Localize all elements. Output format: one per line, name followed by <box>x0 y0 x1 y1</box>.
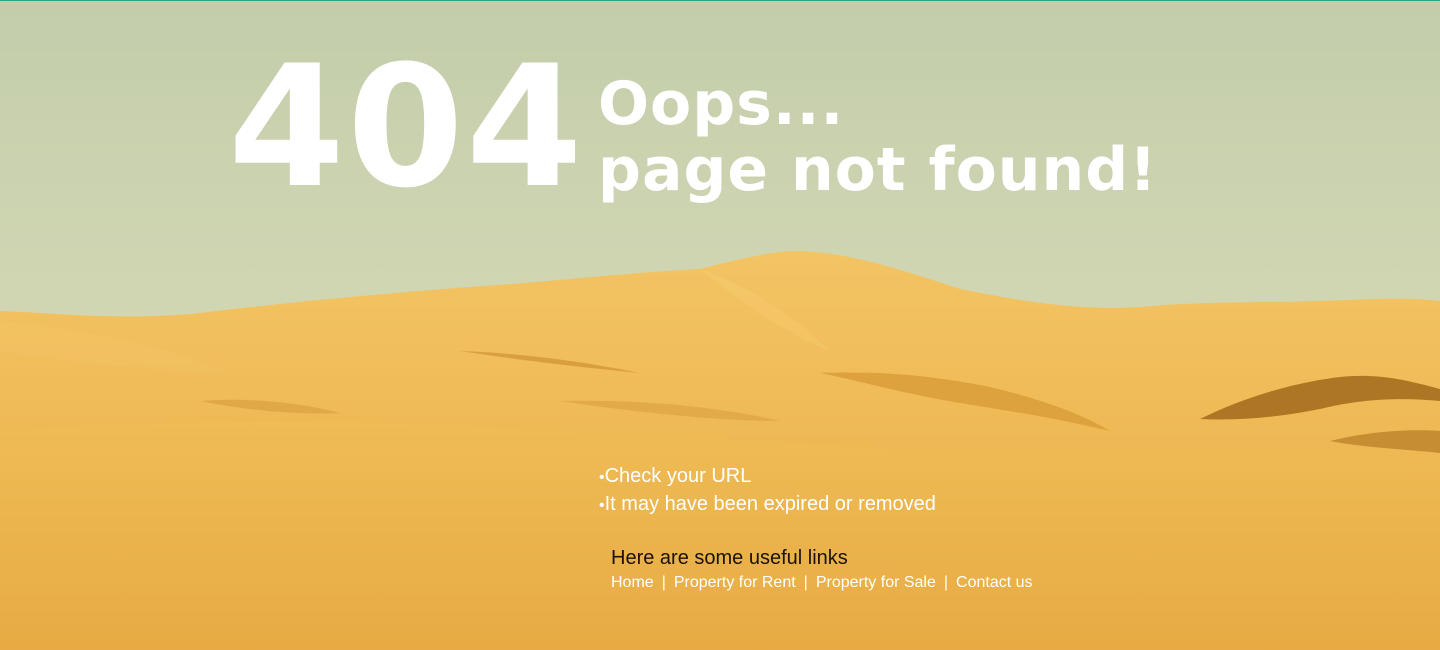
link-contact-us[interactable]: Contact us <box>956 574 1032 591</box>
tip-item: It may have been expired or removed <box>599 491 936 519</box>
link-separator: | <box>943 574 949 591</box>
link-property-for-rent[interactable]: Property for Rent <box>674 574 796 591</box>
tips-list: Check your URL It may have been expired … <box>599 463 936 519</box>
error-headline: Oops... page not found! <box>598 71 1158 203</box>
link-property-for-sale[interactable]: Property for Sale <box>816 574 936 591</box>
error-page: 404 Oops... page not found! Check your U… <box>0 0 1440 650</box>
useful-links-heading: Here are some useful links <box>611 547 848 569</box>
link-home[interactable]: Home <box>611 574 654 591</box>
headline-line-2: page not found! <box>598 135 1158 205</box>
tip-item: Check your URL <box>599 463 936 491</box>
useful-links-nav: Home | Property for Rent | Property for Sale… <box>611 572 1033 594</box>
error-code: 404 <box>228 29 585 225</box>
link-separator: | <box>661 574 666 591</box>
link-separator: | <box>803 574 808 591</box>
headline-line-1: Oops... <box>598 69 845 139</box>
